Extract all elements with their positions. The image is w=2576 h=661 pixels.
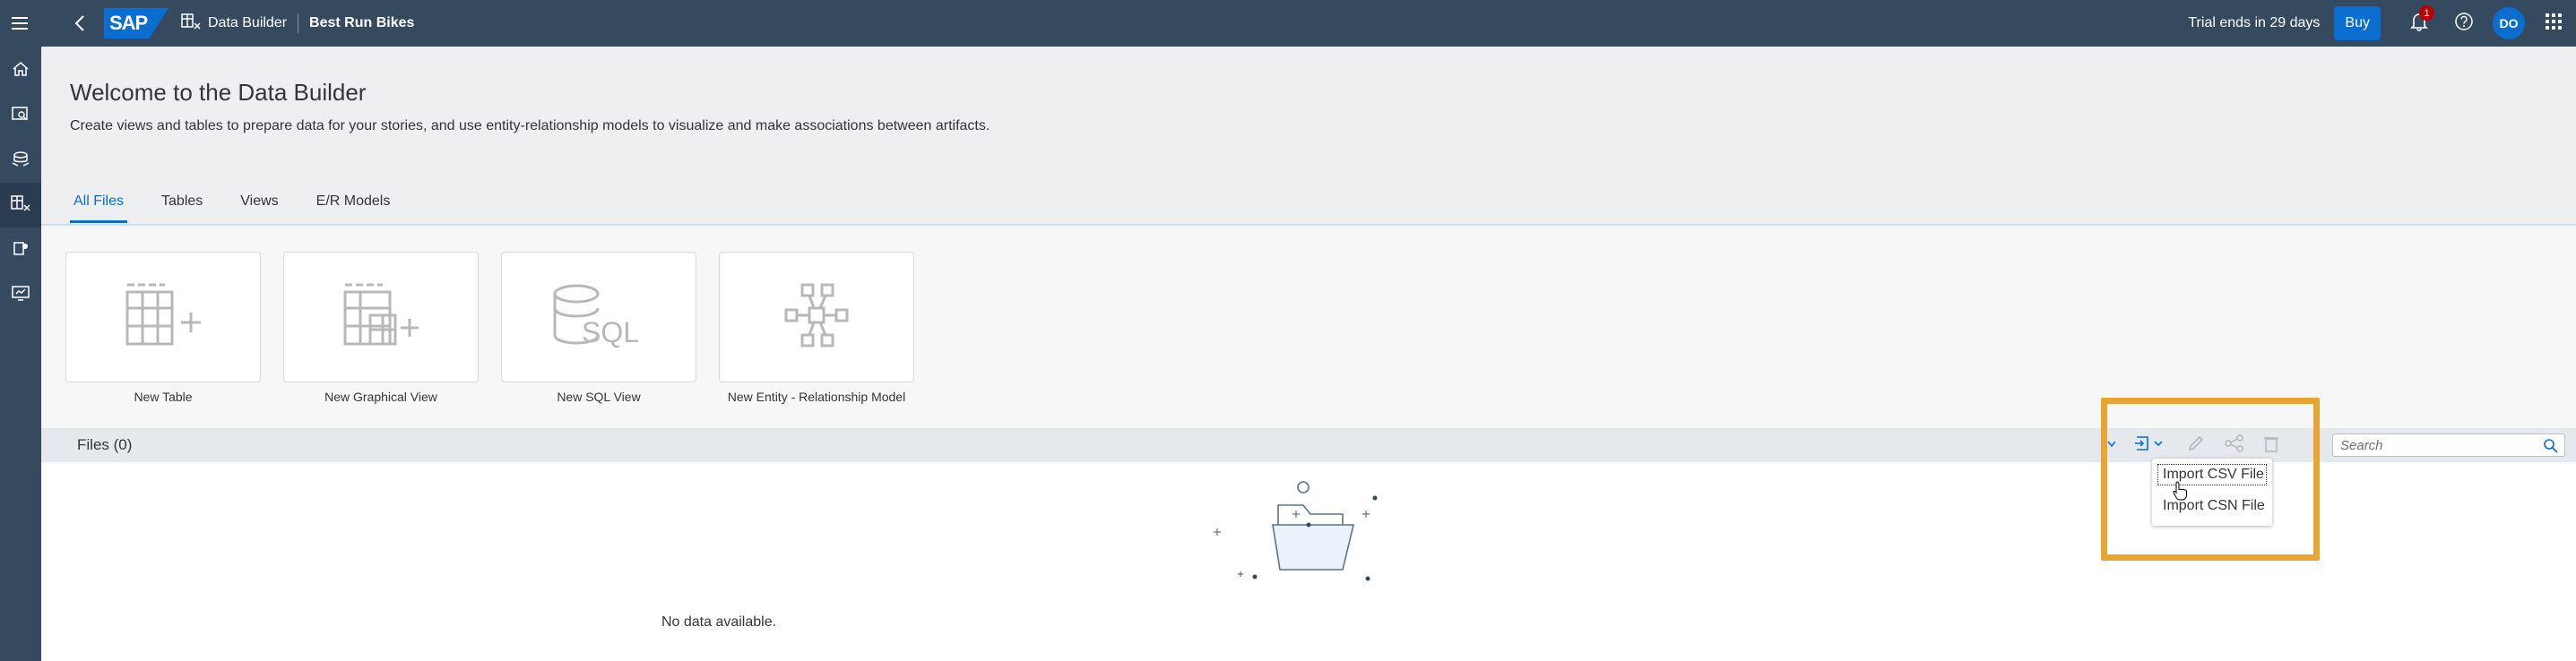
tile-label: New Graphical View: [324, 390, 437, 404]
product-switch-button[interactable]: [2531, 0, 2576, 47]
grid-icon: [2546, 13, 2562, 34]
tile-card[interactable]: [65, 252, 261, 382]
shell-actions: Trial ends in 29 days Buy 1 DO: [2188, 0, 2576, 47]
search-icon[interactable]: [2543, 438, 2559, 458]
avatar[interactable]: DO: [2493, 7, 2525, 39]
er-model-icon: [782, 281, 851, 354]
tab-tables[interactable]: Tables: [158, 193, 206, 223]
help-icon: [2454, 12, 2474, 36]
new-table-icon: [120, 281, 206, 354]
back-icon[interactable]: [59, 0, 100, 47]
tab-all-files[interactable]: All Files: [70, 193, 128, 223]
tile-card[interactable]: [719, 252, 914, 382]
search-input[interactable]: Search: [2332, 434, 2565, 457]
tile-new-sql-view[interactable]: SQL New SQL View: [501, 252, 696, 404]
tile-card[interactable]: SQL: [501, 252, 696, 382]
empty-folder-icon: [1210, 471, 1416, 610]
tile-new-graphical-view[interactable]: New Graphical View: [283, 252, 479, 404]
breadcrumb-app[interactable]: Data Builder: [208, 15, 287, 31]
menu-icon[interactable]: [0, 0, 41, 47]
breadcrumb-space[interactable]: Best Run Bikes: [309, 15, 414, 31]
trial-text: Trial ends in 29 days: [2188, 15, 2321, 30]
svg-text:SQL: SQL: [582, 316, 639, 348]
nav-data-builder[interactable]: [0, 183, 41, 227]
tab-bar: All Files Tables Views E/R Models: [70, 193, 424, 223]
empty-message: No data available.: [661, 614, 777, 630]
tile-new-table[interactable]: New Table: [65, 252, 261, 404]
tile-card[interactable]: [283, 252, 479, 382]
tile-new-er-model[interactable]: New Entity - Relationship Model: [719, 252, 914, 404]
highlight-frame: [2101, 398, 2320, 561]
hand-cursor-icon: [2173, 481, 2187, 505]
page-subtitle: Create views and tables to prepare data …: [70, 118, 990, 133]
sap-logo: SAP: [104, 8, 169, 39]
tab-er-models[interactable]: E/R Models: [313, 193, 394, 223]
monitor-icon: [11, 284, 30, 306]
nav-home[interactable]: [0, 48, 41, 93]
data-builder-icon: [181, 13, 201, 35]
nav-data-flow[interactable]: [0, 138, 41, 183]
create-tiles: New Table New Graphical View SQL New SQL…: [65, 252, 937, 404]
nav-monitor[interactable]: [0, 272, 41, 317]
tile-label: New Entity - Relationship Model: [727, 390, 906, 404]
page-title: Welcome to the Data Builder: [70, 79, 367, 106]
help-button[interactable]: [2442, 0, 2486, 47]
files-title: Files (0): [77, 436, 133, 453]
tab-views[interactable]: Views: [237, 193, 281, 223]
security-icon: [11, 239, 30, 262]
tile-label: New SQL View: [557, 390, 641, 404]
nav-data-search[interactable]: [0, 93, 41, 138]
notifications-button[interactable]: 1: [2397, 0, 2442, 47]
data-search-icon: [11, 105, 30, 127]
shell-bar: SAP Data Builder Best Run Bikes Trial en…: [0, 0, 2576, 47]
main-content: Welcome to the Data Builder Create views…: [41, 47, 2576, 661]
side-navigation: [0, 47, 41, 661]
new-graphical-view-icon: [338, 281, 424, 354]
search-placeholder: Search: [2340, 437, 2383, 453]
buy-button[interactable]: Buy: [2334, 6, 2381, 40]
tile-label: New Table: [134, 390, 193, 404]
home-icon: [12, 60, 30, 82]
data-flow-icon: [11, 150, 30, 172]
sql-icon: SQL: [549, 281, 648, 354]
page-header: Welcome to the Data Builder Create views…: [41, 47, 2576, 226]
nav-security[interactable]: [0, 227, 41, 272]
notification-badge: 1: [2419, 5, 2434, 21]
breadcrumb: Data Builder Best Run Bikes: [181, 13, 414, 35]
data-builder-icon: [11, 194, 30, 217]
